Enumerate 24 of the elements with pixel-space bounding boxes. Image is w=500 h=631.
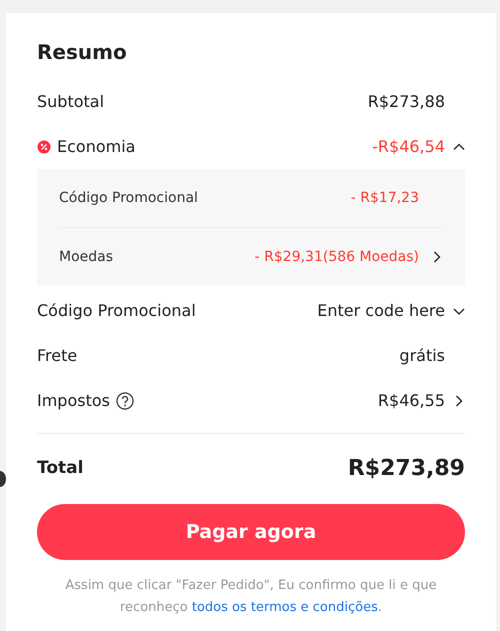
- row-value: R$273,88: [368, 92, 445, 111]
- row-label: Impostos: [37, 391, 110, 410]
- row-label: Código Promocional: [37, 301, 196, 320]
- discount-amount: - R$17,23: [350, 190, 419, 206]
- row-value: grátis: [399, 346, 445, 365]
- terms-notice: Assim que clicar "Fazer Pedido", Eu confirmo que li e que reconheço todos os termos e condições.: [64, 577, 438, 617]
- help-icon[interactable]: [116, 392, 134, 410]
- discount-amount: -R$46,54: [372, 137, 445, 156]
- row-label: Subtotal: [37, 92, 104, 111]
- row-label: Economia: [57, 137, 136, 156]
- row-label: Moedas: [59, 249, 114, 265]
- row-label: Frete: [37, 346, 78, 365]
- terms-link[interactable]: todos os termos e condições: [192, 600, 378, 615]
- total-amount: R$273,89: [348, 456, 465, 480]
- summary-title: Resumo: [37, 39, 128, 65]
- discount-amount: - R$29,31(586 Moedas): [254, 249, 419, 265]
- chevron-right-icon[interactable]: [431, 251, 443, 263]
- promo-code-dropdown[interactable]: Enter code here: [317, 301, 465, 320]
- chevron-right-icon[interactable]: [453, 394, 465, 406]
- row-label: Código Promocional: [59, 190, 199, 206]
- total-label: Total: [37, 458, 84, 478]
- pay-now-button[interactable]: Pagar agora: [37, 504, 465, 560]
- discount-icon[interactable]: [37, 140, 51, 154]
- row-value: R$46,55: [378, 391, 445, 410]
